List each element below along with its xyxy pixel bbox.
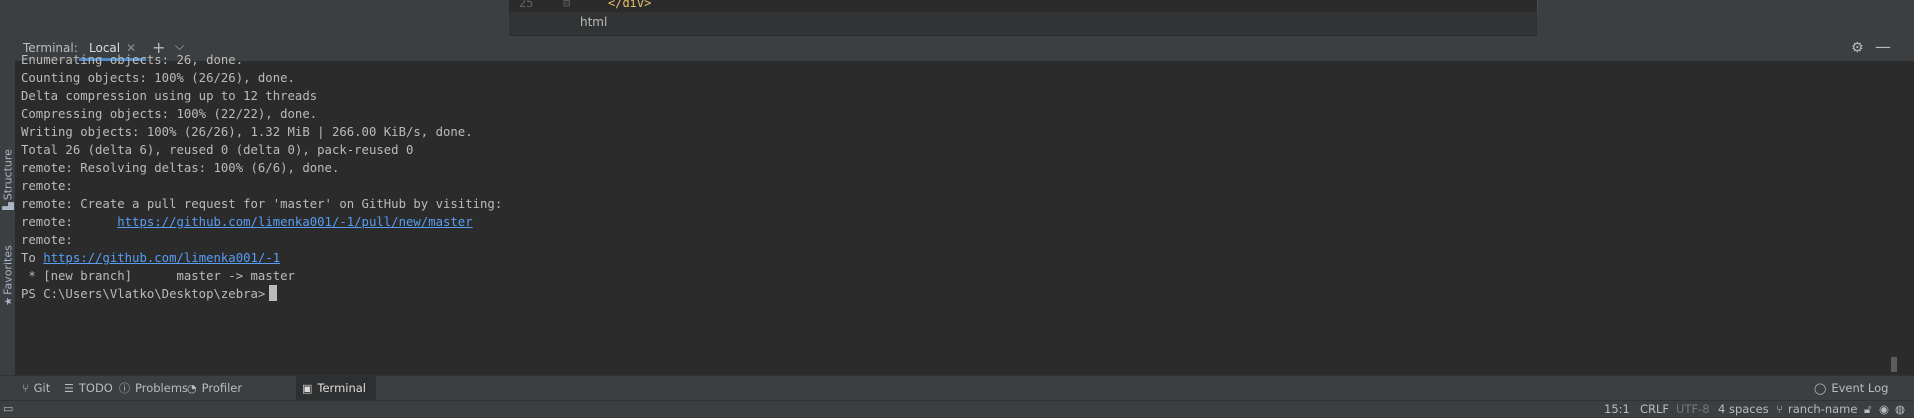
event-log-label: Event Log bbox=[1831, 381, 1889, 395]
indent-setting[interactable]: 4 spaces bbox=[1718, 402, 1769, 416]
scrollbar-thumb[interactable] bbox=[1891, 357, 1897, 372]
memory-indicator-icon[interactable]: ◍ bbox=[1895, 402, 1905, 416]
tool-window-label: TODO bbox=[78, 381, 113, 395]
git-branch-icon: ⑂ bbox=[1776, 402, 1783, 416]
tool-window-git[interactable]: ⑂ Git bbox=[16, 376, 56, 401]
code-line: </div> bbox=[608, 0, 652, 10]
line-separator[interactable]: CRLF bbox=[1640, 402, 1669, 416]
editor-area: 25 ⊟ </div> html bbox=[15, 0, 1914, 36]
tool-window-todo[interactable]: ☰ TODO bbox=[58, 376, 119, 401]
lock-icon[interactable]: 🔓︎ bbox=[1864, 402, 1871, 417]
gear-icon[interactable]: ⚙ bbox=[1851, 40, 1864, 56]
info-icon: ⓘ bbox=[119, 382, 130, 395]
status-bar: ▭ 15:1 CRLF UTF-8 4 spaces ⑂ ranch-name … bbox=[0, 400, 1914, 418]
structure-tab-label: Structure bbox=[1, 149, 15, 201]
favorites-tab-label: Favorites bbox=[1, 245, 15, 295]
git-branch-icon: ⑂ bbox=[22, 382, 29, 395]
favorites-tab[interactable]: ★Favorites bbox=[1, 244, 16, 308]
file-encoding[interactable]: UTF-8 bbox=[1676, 402, 1710, 416]
terminal-icon: ▣ bbox=[302, 382, 313, 395]
terminal-output[interactable]: Enumerating objects: 26, done. Counting … bbox=[15, 53, 1914, 375]
left-tool-strip: ▙Structure ★Favorites bbox=[0, 0, 16, 417]
fold-marker-icon[interactable]: ⊟ bbox=[563, 0, 570, 10]
pull-request-link[interactable]: https://github.com/limenka001/-1/pull/ne… bbox=[117, 215, 472, 229]
structure-tab[interactable]: ▙Structure bbox=[1, 148, 16, 212]
terminal-cursor bbox=[269, 285, 278, 301]
git-branch-name[interactable]: ranch-name bbox=[1788, 402, 1857, 416]
breadcrumb-item[interactable]: html bbox=[580, 15, 607, 29]
terminal-line: remote: https://github.com/limenka001/-1… bbox=[21, 211, 473, 233]
event-log-icon: ◯ bbox=[1814, 382, 1827, 395]
repo-link[interactable]: https://github.com/limenka001/-1 bbox=[43, 251, 280, 265]
code-editor[interactable]: 25 ⊟ </div> bbox=[509, 0, 1538, 12]
inspector-icon[interactable]: ◉ bbox=[1879, 402, 1889, 416]
terminal-prompt-line[interactable]: PS C:\Users\Vlatko\Desktop\zebra> bbox=[21, 283, 278, 305]
tool-window-label: Terminal bbox=[317, 381, 367, 395]
profiler-icon: ◔ bbox=[187, 382, 197, 395]
caret-position[interactable]: 15:1 bbox=[1604, 402, 1630, 416]
terminal-line-prefix: To bbox=[21, 251, 44, 265]
tool-window-label: Profiler bbox=[201, 381, 243, 395]
tool-window-terminal[interactable]: ▣ Terminal bbox=[296, 376, 376, 401]
panel-toggle-icon[interactable]: ▭ bbox=[3, 402, 13, 415]
event-log-button[interactable]: ◯ Event Log bbox=[1808, 376, 1894, 401]
tool-window-label: Git bbox=[33, 381, 51, 395]
terminal-header: Terminal: Local ✕ + ⌵ ⚙ — bbox=[15, 36, 1914, 62]
structure-icon: ▙ bbox=[3, 202, 15, 210]
tool-window-bar: ⑂ Git ☰ TODO ⓘ Problems ◔ Profiler ▣ Terminal… bbox=[0, 375, 1914, 401]
breadcrumb[interactable]: html bbox=[509, 12, 1537, 36]
terminal-line-prefix: remote: bbox=[21, 215, 118, 229]
line-number: 25 bbox=[519, 0, 534, 10]
tool-window-profiler[interactable]: ◔ Profiler bbox=[181, 376, 248, 401]
minimize-icon[interactable]: — bbox=[1875, 37, 1891, 56]
list-icon: ☰ bbox=[64, 382, 74, 395]
terminal-prompt: PS C:\Users\Vlatko\Desktop\zebra> bbox=[21, 287, 266, 301]
star-icon: ★ bbox=[3, 296, 15, 306]
